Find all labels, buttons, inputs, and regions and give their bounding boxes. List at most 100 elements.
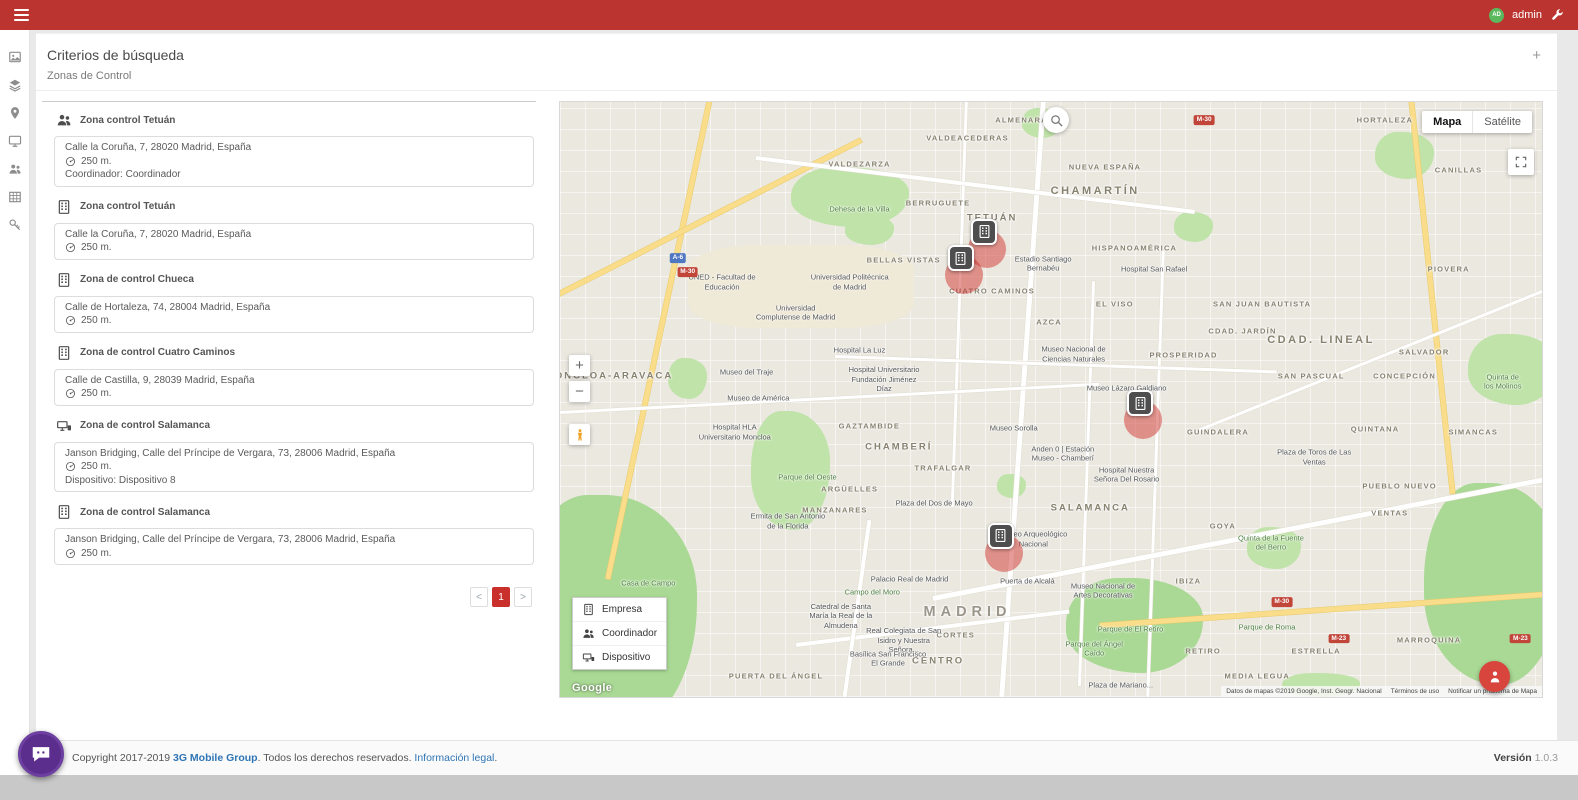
zone-radius-value: 250 m.: [81, 388, 112, 400]
app-background: AD admin Criterios de búsqueda Zonas de …: [0, 0, 1578, 775]
company-icon: [56, 199, 72, 215]
zone-radius-value: 250 m.: [81, 548, 112, 560]
legend-row: Coordinador: [573, 621, 666, 645]
map-label: Museo de América: [727, 393, 789, 402]
company-icon: [582, 603, 595, 616]
zone-list: Zona control TetuánCalle la Coruña, 7, 2…: [42, 101, 536, 571]
users-icon[interactable]: [8, 162, 22, 176]
zone-list-item[interactable]: Zona de control Salamanca Janson Bridging…: [42, 498, 536, 571]
page-1-button[interactable]: 1: [492, 587, 510, 607]
map-label: SAN PASCUAL: [1278, 371, 1345, 380]
zone-list-item[interactable]: Zona de control Chueca Calle de Hortaleza…: [42, 266, 536, 339]
rights-text: . Todos los derechos reservados.: [258, 752, 412, 764]
map-label: Anden 0 | Estación Museo - Chamberí: [1023, 444, 1103, 463]
legal-link[interactable]: Información legal: [414, 752, 494, 764]
satellite-view-button[interactable]: Satélite: [1473, 111, 1532, 133]
map-label: Museo Lázaro Galdiano: [1087, 384, 1167, 393]
panel-header: Criterios de búsqueda Zonas de Control +: [36, 33, 1557, 90]
avatar[interactable]: AD: [1489, 8, 1504, 23]
park-area: [997, 474, 1026, 498]
zone-radius: 250 m.: [65, 314, 523, 328]
zone-radius-value: 250 m.: [81, 461, 112, 473]
zone-radius: 250 m.: [65, 241, 523, 255]
building-marker-icon: [948, 245, 974, 271]
map-label: MARROQUINA: [1397, 636, 1462, 645]
map-label: Universidad Complutense de Madrid: [756, 303, 836, 322]
map-label: EL VISO: [1096, 300, 1134, 309]
map-label: Hospital Nuestra Señora Del Rosario: [1087, 466, 1167, 485]
fullscreen-button[interactable]: [1508, 149, 1534, 175]
zoom-out-button[interactable]: −: [569, 381, 590, 402]
map-label: BELLAS VISTAS: [867, 255, 941, 264]
map-search-button[interactable]: [1043, 107, 1069, 133]
map-label: CONCEPCIÓN: [1373, 371, 1436, 380]
zone-list-item[interactable]: Zona de control Cuatro CaminosCalle de C…: [42, 339, 536, 412]
tracking-icon[interactable]: [8, 106, 22, 120]
map-view-button[interactable]: Mapa: [1422, 111, 1473, 133]
map-label: RETIRO: [1185, 647, 1221, 656]
device-icon: [582, 651, 595, 664]
zone-header: Zona de control Salamanca: [42, 504, 536, 520]
zone-list-item[interactable]: Zona de control SalamancaJanson Bridging…: [42, 412, 536, 499]
road-badge: M-30: [677, 267, 698, 277]
road-badge: M-23: [1328, 634, 1349, 644]
company-icon: [56, 272, 72, 288]
devices-icon[interactable]: [8, 134, 22, 148]
pegman-streetview-button[interactable]: [569, 424, 590, 445]
menu-icon[interactable]: [14, 9, 29, 21]
google-logo[interactable]: Google: [572, 682, 612, 694]
brand-link[interactable]: 3G Mobile Group: [173, 752, 258, 764]
zone-list-item[interactable]: Zona control TetuánCalle la Coruña, 7, 2…: [42, 106, 536, 193]
map-canvas[interactable]: ALMENARAVALDEACEDERASVALDEZARZANUEVA ESP…: [559, 101, 1543, 698]
chat-widget-button[interactable]: [18, 731, 64, 777]
map-label: PIOVERA: [1428, 264, 1470, 273]
topbar-right: AD admin: [1489, 8, 1564, 23]
radius-icon: [65, 242, 76, 253]
zone-address: Janson Bridging, Calle del Príncipe de V…: [65, 447, 523, 461]
legend-label: Empresa: [602, 604, 642, 615]
map-label: Puerta de Alcalá: [1000, 576, 1055, 585]
map-label: Plaza del Dos de Mayo: [896, 498, 973, 507]
username[interactable]: admin: [1512, 9, 1542, 21]
radius-icon: [65, 548, 76, 559]
zone-details: Janson Bridging, Calle del Príncipe de V…: [54, 528, 534, 565]
gallery-icon[interactable]: [8, 50, 22, 64]
locate-person-fab[interactable]: [1479, 661, 1510, 692]
map-label: Hospital La Luz: [834, 345, 886, 354]
road-badge: M-30: [1194, 115, 1215, 125]
reports-icon[interactable]: [8, 190, 22, 204]
wrench-icon[interactable]: [1550, 8, 1564, 22]
zoom-in-button[interactable]: +: [569, 355, 590, 376]
prev-page-button[interactable]: <: [470, 587, 488, 607]
zone-details: Calle de Hortaleza, 74, 28004 Madrid, Es…: [54, 296, 534, 333]
zone-name: Zona de control Cuatro Caminos: [80, 347, 235, 358]
zone-list-item[interactable]: Zona control TetuánCalle la Coruña, 7, 2…: [42, 193, 536, 266]
map-label: GUINDALERA: [1187, 428, 1249, 437]
map-label: PUERTA DEL ÁNGEL: [729, 672, 823, 681]
map-label: CANILLAS: [1435, 166, 1483, 175]
map-label: Museo del Traje: [720, 367, 773, 376]
map-label: Quinta de los Molinos: [1483, 372, 1522, 391]
next-page-button[interactable]: >: [514, 587, 532, 607]
map-label: GOYA: [1210, 521, 1236, 530]
map-label: Plaza de Mariano...: [1088, 680, 1153, 689]
version-text: Versión 1.0.3: [1494, 752, 1558, 764]
pagination: < 1 >: [42, 587, 536, 607]
building-marker-icon: [988, 523, 1014, 549]
map-label: Plaza de Toros de Las Ventas: [1274, 448, 1354, 467]
footer-copyright: Copyright 2017-2019 3G Mobile Group. Tod…: [72, 752, 1494, 764]
map-label: Parque del Oeste: [778, 473, 836, 482]
zone-address: Janson Bridging, Calle del Príncipe de V…: [65, 533, 523, 547]
zone-radius-value: 250 m.: [81, 156, 112, 168]
page-title: Criterios de búsqueda: [47, 47, 1543, 63]
zone-header: Zona de control Chueca: [42, 272, 536, 288]
road-badge: M-23: [1510, 634, 1531, 644]
expand-toggle-button[interactable]: +: [1532, 48, 1541, 63]
terms-link[interactable]: Términos de uso: [1391, 688, 1439, 695]
zone-name: Zona de control Salamanca: [80, 507, 210, 518]
permissions-icon[interactable]: [8, 218, 22, 232]
zones-icon[interactable]: [8, 78, 22, 92]
road-badge: M-30: [1271, 597, 1292, 607]
legend-label: Dispositivo: [602, 652, 650, 663]
map-label: CHAMARTÍN: [1051, 185, 1140, 197]
